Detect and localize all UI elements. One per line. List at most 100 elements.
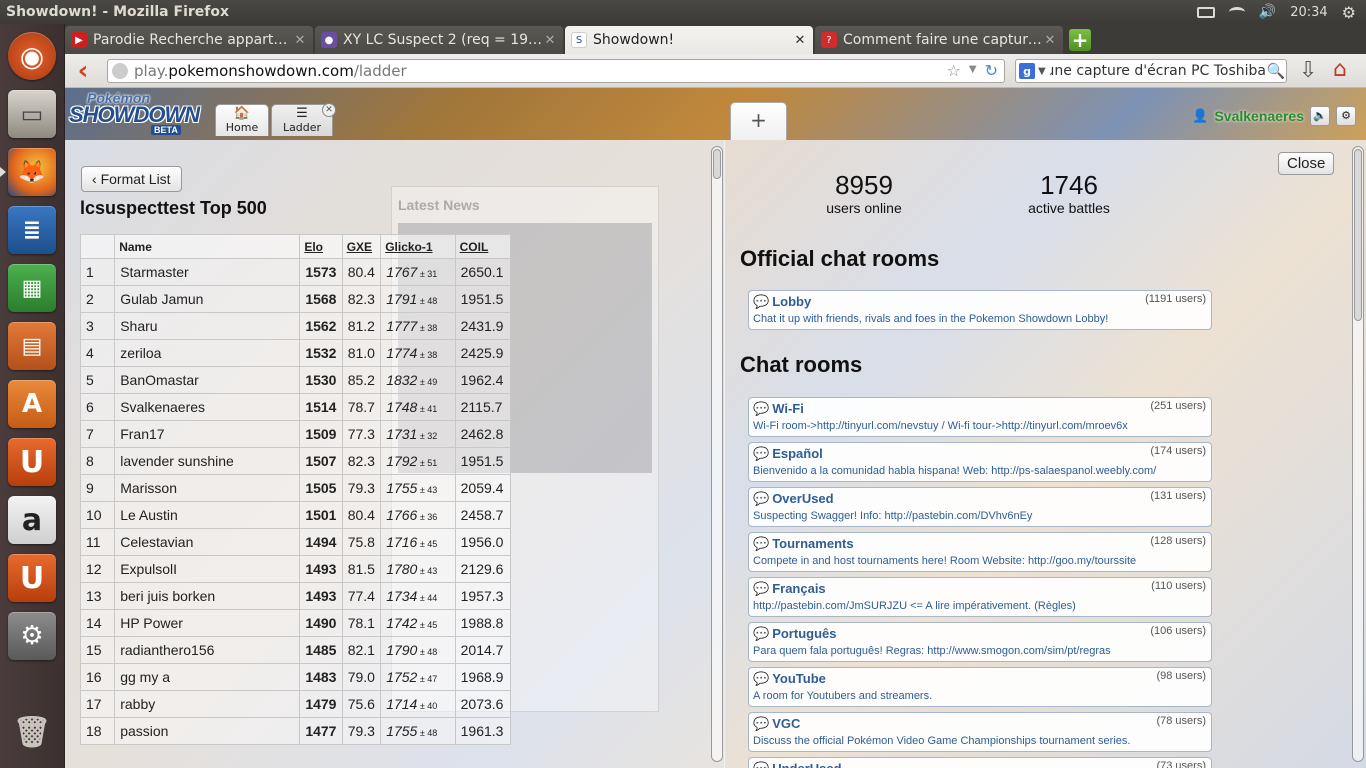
window-title: Showdown! - Mozilla Firefox xyxy=(6,4,230,20)
url-dropdown-icon[interactable]: ▼ xyxy=(969,61,977,80)
chat-room-card[interactable]: 💬 Français (110 users) http://pastebin.com/… xyxy=(748,577,1212,617)
chat-room-card[interactable]: 💬 Português (106 users) Para quem fala port… xyxy=(748,622,1212,662)
close-icon[interactable]: ✕ xyxy=(322,103,336,117)
player-name-cell[interactable]: Sharu xyxy=(114,312,301,340)
close-tab-icon[interactable]: ✕ xyxy=(293,33,307,48)
search-input[interactable]: e une capture d'écran PC Toshiba xyxy=(1050,63,1266,79)
bookmark-star-icon[interactable]: ☆ xyxy=(947,61,961,80)
lobby-scroll-thumb[interactable] xyxy=(1354,149,1362,321)
search-bar[interactable]: g ▼ e une capture d'écran PC Toshiba 🔍 xyxy=(1015,59,1287,83)
close-button[interactable]: Close xyxy=(1278,152,1335,175)
browser-tab[interactable]: ● XY LC Suspect 2 (req = 1950 … ✕ xyxy=(315,26,563,54)
search-icon[interactable]: 🔍 xyxy=(1266,62,1286,80)
player-name-cell[interactable]: Le Austin xyxy=(114,501,301,529)
close-tab-icon[interactable]: ✕ xyxy=(793,33,807,48)
coil-cell: 1956.0 xyxy=(454,528,512,556)
ladder-scroll-thumb[interactable] xyxy=(713,149,721,179)
amazon-icon[interactable]: a xyxy=(8,496,56,544)
player-name-cell[interactable]: gg my a xyxy=(114,663,301,691)
clock[interactable]: 20:34 xyxy=(1290,5,1327,20)
browser-tab[interactable]: ? Comment faire une capture… ✕ xyxy=(815,26,1063,54)
system-settings-icon[interactable]: ⚙ xyxy=(8,612,56,660)
ladder-heading: lcsuspecttest Top 500 xyxy=(80,198,267,218)
firefox-icon[interactable]: 🦊 xyxy=(8,148,56,196)
column-header-elo[interactable]: Elo xyxy=(299,234,343,259)
format-list-button[interactable]: ‹ Format List xyxy=(81,166,182,192)
tab-home[interactable]: 🏠 Home xyxy=(215,104,269,136)
libreoffice-impress-icon[interactable]: ▤ xyxy=(8,322,56,370)
tab-ladder[interactable]: ☰ Ladder ✕ xyxy=(271,103,336,136)
close-tab-icon[interactable]: ✕ xyxy=(1043,33,1057,48)
chat-room-card[interactable]: 💬 Español (174 users) Bienvenido a la comun… xyxy=(748,442,1212,482)
session-gear-icon[interactable]: ⚙ xyxy=(1342,3,1356,22)
browser-tab[interactable]: ▶ Parodie Recherche apparte… ✕ xyxy=(65,26,313,54)
player-name-cell[interactable]: Gulab Jamun xyxy=(114,285,301,313)
google-icon[interactable]: g xyxy=(1019,63,1035,79)
player-name-cell[interactable]: Starmaster xyxy=(114,258,301,286)
back-arrow-icon[interactable]: ‹ xyxy=(65,56,101,86)
libreoffice-writer-icon[interactable]: ≣ xyxy=(8,206,56,254)
downloads-icon[interactable]: ⇩ xyxy=(1299,58,1317,83)
player-name-cell[interactable]: passion xyxy=(114,717,301,745)
column-header-gxe[interactable]: GXE xyxy=(341,234,382,259)
url-bar[interactable]: play.pokemonshowdown.com/ladder ☆ ▼ ↻ xyxy=(107,59,1005,83)
player-name-cell[interactable]: beri juis borken xyxy=(114,582,301,610)
player-name-cell[interactable]: lavender sunshine xyxy=(114,447,301,475)
home-icon[interactable]: ⌂ xyxy=(1333,57,1347,82)
software-center-icon[interactable]: A xyxy=(8,380,56,428)
player-name-cell[interactable]: BanOmastar xyxy=(114,366,301,394)
glicko-cell: 1766 ± 36 xyxy=(380,501,456,529)
room-user-count: (174 users) xyxy=(1150,445,1206,457)
new-tab-button[interactable]: + xyxy=(1069,29,1091,51)
chat-room-card[interactable]: 💬 Wi-Fi (251 users) Wi-Fi room->http://tiny… xyxy=(748,397,1212,437)
player-name-cell[interactable]: Celestavian xyxy=(114,528,301,556)
users-online-stat: 8959 users online xyxy=(804,170,924,216)
chat-room-card[interactable]: 💬 YouTube (98 users) A room for Youtubers a… xyxy=(748,667,1212,707)
wifi-icon[interactable] xyxy=(1228,7,1245,17)
settings-gear-icon[interactable]: ⚙ xyxy=(1336,106,1356,126)
gxe-cell: 85.2 xyxy=(341,366,382,394)
room-name: 💬 Tournaments xyxy=(753,536,854,551)
ubuntu-dash-icon[interactable]: ◉ xyxy=(8,32,56,80)
battery-icon[interactable] xyxy=(1196,6,1215,18)
column-header-coil[interactable]: COIL xyxy=(454,234,512,259)
player-name-cell[interactable]: zeriloa xyxy=(114,339,301,367)
username[interactable]: Svalkenaeres xyxy=(1214,108,1304,124)
ubuntu-one-icon[interactable]: U xyxy=(8,438,56,486)
rank-cell: 5 xyxy=(79,366,116,394)
close-tab-icon[interactable]: ✕ xyxy=(543,33,557,48)
site-identity-icon[interactable] xyxy=(112,63,128,79)
chat-room-card[interactable]: 💬UnderUsed(73 users) xyxy=(748,757,1212,768)
lobby-scrollbar[interactable] xyxy=(1352,146,1364,762)
chat-room-card[interactable]: 💬 OverUsed (131 users) Suspecting Swagger! … xyxy=(748,487,1212,527)
player-name-cell[interactable]: Svalkenaeres xyxy=(114,393,301,421)
files-icon[interactable]: ▭ xyxy=(8,90,56,138)
player-name-cell[interactable]: ExpulsolI xyxy=(114,555,301,583)
table-row: 17 rabby 1479 75.6 1714 ± 40 2073.6 xyxy=(79,690,512,718)
reload-icon[interactable]: ↻ xyxy=(985,61,998,80)
player-name-cell[interactable]: radianthero156 xyxy=(114,636,301,664)
ubuntu-one-music-icon[interactable]: U xyxy=(8,554,56,602)
chat-bubble-icon: 💬 xyxy=(753,761,769,768)
chat-room-card[interactable]: 💬 Lobby (1191 users) Chat it up with friend… xyxy=(748,290,1212,330)
chat-room-card[interactable]: 💬 VGC (78 users) Discuss the official Pokém… xyxy=(748,712,1212,752)
player-name-cell[interactable]: rabby xyxy=(114,690,301,718)
player-name-cell[interactable]: HP Power xyxy=(114,609,301,637)
chat-room-card[interactable]: 💬 Tournaments (128 users) Compete in and ho… xyxy=(748,532,1212,572)
libreoffice-calc-icon[interactable]: ▦ xyxy=(8,264,56,312)
trash-icon[interactable]: 🗑 xyxy=(8,708,56,756)
column-header-glicko[interactable]: Glicko-1 xyxy=(380,234,456,259)
ladder-scrollbar[interactable] xyxy=(711,146,723,762)
browser-tab-active[interactable]: S Showdown! ✕ xyxy=(565,26,813,54)
search-engine-dropdown-icon[interactable]: ▼ xyxy=(1038,66,1046,77)
rank-cell: 15 xyxy=(79,636,116,664)
table-row: 8 lavender sunshine 1507 82.3 1792 ± 51 1951.… xyxy=(79,447,512,475)
system-tray: 🔊 20:34 ⚙ xyxy=(1196,3,1366,22)
player-name-cell[interactable]: Marisson xyxy=(114,474,301,502)
sound-icon[interactable]: 🔈 xyxy=(1310,106,1330,126)
new-room-tab[interactable]: + xyxy=(730,102,787,140)
table-row: 3 Sharu 1562 81.2 1777 ± 38 2431.9 xyxy=(79,312,512,340)
player-name-cell[interactable]: Fran17 xyxy=(114,420,301,448)
room-name: 💬 VGC xyxy=(753,716,801,731)
volume-icon[interactable]: 🔊 xyxy=(1259,4,1276,20)
